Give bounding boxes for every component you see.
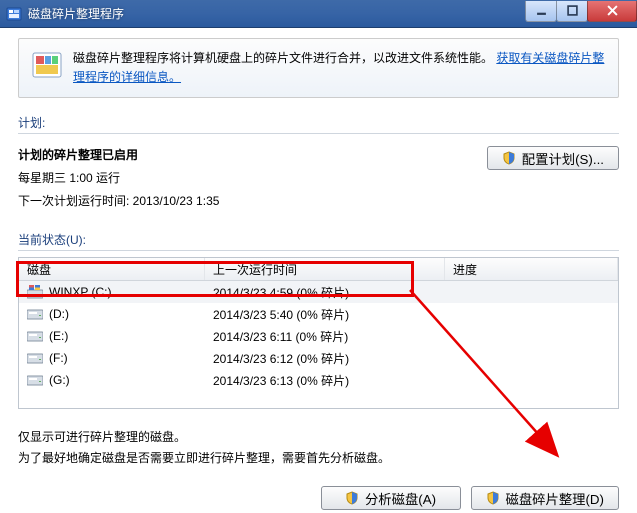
table-header: 磁盘 上一次运行时间 进度 bbox=[19, 258, 618, 281]
footer-note-2: 为了最好地确定磁盘是否需要立即进行碎片整理，需要首先分析磁盘。 bbox=[18, 448, 619, 468]
schedule-next: 下一次计划运行时间: 2013/10/23 1:35 bbox=[18, 192, 487, 209]
schedule-info: 计划的碎片整理已启用 每星期三 1:00 运行 下一次计划运行时间: 2013/… bbox=[18, 146, 487, 215]
drive-icon bbox=[27, 307, 43, 321]
footer-notes: 仅显示可进行碎片整理的磁盘。 为了最好地确定磁盘是否需要立即进行碎片整理，需要首… bbox=[18, 427, 619, 468]
lastrun-cell: 2014/3/23 5:40 (0% 碎片) bbox=[205, 306, 445, 323]
drive-icon bbox=[27, 351, 43, 365]
table-row[interactable]: (G:) 2014/3/23 6:13 (0% 碎片) bbox=[19, 369, 618, 391]
table-body: WINXP (C:) 2014/3/23 4:59 (0% 碎片) (D:) 2014… bbox=[19, 281, 618, 391]
disk-cell: (D:) bbox=[19, 307, 205, 321]
lastrun-cell: 2014/3/23 4:59 (0% 碎片) bbox=[205, 284, 445, 301]
divider bbox=[18, 250, 619, 251]
shield-icon bbox=[486, 491, 500, 505]
disk-cell: WINXP (C:) bbox=[19, 285, 205, 299]
titlebar: 磁盘碎片整理程序 bbox=[0, 0, 637, 28]
disk-cell: (F:) bbox=[19, 351, 205, 365]
lastrun-cell: 2014/3/23 6:13 (0% 碎片) bbox=[205, 372, 445, 389]
schedule-time: 每星期三 1:00 运行 bbox=[18, 169, 487, 186]
status-section-label: 当前状态(U): bbox=[18, 231, 619, 248]
banner-text: 磁盘碎片整理程序将计算机硬盘上的碎片文件进行合并，以改进文件系统性能。 获取有关… bbox=[73, 49, 606, 87]
disk-name: (E:) bbox=[49, 329, 68, 343]
disk-name: WINXP (C:) bbox=[49, 285, 111, 299]
configure-schedule-button[interactable]: 配置计划(S)... bbox=[487, 146, 619, 170]
defrag-label: 磁盘碎片整理(D) bbox=[506, 489, 604, 508]
window-title: 磁盘碎片整理程序 bbox=[28, 5, 526, 22]
lastrun-cell: 2014/3/23 6:11 (0% 碎片) bbox=[205, 328, 445, 345]
shield-icon bbox=[502, 151, 516, 165]
minimize-button[interactable] bbox=[525, 1, 557, 22]
disk-cell: (G:) bbox=[19, 373, 205, 387]
disk-name: (F:) bbox=[49, 351, 68, 365]
drive-icon bbox=[27, 329, 43, 343]
maximize-button[interactable] bbox=[556, 1, 588, 22]
schedule-section-label: 计划: bbox=[18, 114, 619, 131]
col-disk[interactable]: 磁盘 bbox=[19, 258, 205, 280]
col-lastrun[interactable]: 上一次运行时间 bbox=[205, 258, 445, 280]
shield-icon bbox=[345, 491, 359, 505]
lastrun-cell: 2014/3/23 6:12 (0% 碎片) bbox=[205, 350, 445, 367]
footer-note-1: 仅显示可进行碎片整理的磁盘。 bbox=[18, 427, 619, 447]
info-banner: 磁盘碎片整理程序将计算机硬盘上的碎片文件进行合并，以改进文件系统性能。 获取有关… bbox=[18, 38, 619, 98]
windows-drive-icon bbox=[27, 285, 43, 299]
disk-name: (G:) bbox=[49, 373, 70, 387]
table-row[interactable]: (E:) 2014/3/23 6:11 (0% 碎片) bbox=[19, 325, 618, 347]
close-button[interactable] bbox=[587, 1, 637, 22]
disk-table: 磁盘 上一次运行时间 进度 WINXP (C:) 2014/3/23 4:59 (… bbox=[18, 257, 619, 409]
configure-schedule-label: 配置计划(S)... bbox=[522, 149, 604, 168]
disk-name: (D:) bbox=[49, 307, 69, 321]
disk-cell: (E:) bbox=[19, 329, 205, 343]
window-buttons bbox=[526, 1, 637, 21]
analyze-label: 分析磁盘(A) bbox=[365, 489, 436, 508]
analyze-button[interactable]: 分析磁盘(A) bbox=[321, 486, 461, 510]
table-row[interactable]: (D:) 2014/3/23 5:40 (0% 碎片) bbox=[19, 303, 618, 325]
table-row[interactable]: (F:) 2014/3/23 6:12 (0% 碎片) bbox=[19, 347, 618, 369]
drive-icon bbox=[27, 373, 43, 387]
table-row[interactable]: WINXP (C:) 2014/3/23 4:59 (0% 碎片) bbox=[19, 281, 618, 303]
divider bbox=[18, 133, 619, 134]
defrag-icon bbox=[31, 49, 63, 81]
defrag-button[interactable]: 磁盘碎片整理(D) bbox=[471, 486, 619, 510]
schedule-status: 计划的碎片整理已启用 bbox=[18, 146, 487, 163]
defrag-window: 磁盘碎片整理程序 磁盘碎片整理程序将计算机硬盘上的碎片文件进行合并，以改进文件系… bbox=[0, 0, 637, 513]
col-progress[interactable]: 进度 bbox=[445, 258, 618, 280]
banner-description: 磁盘碎片整理程序将计算机硬盘上的碎片文件进行合并，以改进文件系统性能。 bbox=[73, 51, 493, 65]
app-icon bbox=[6, 6, 22, 22]
